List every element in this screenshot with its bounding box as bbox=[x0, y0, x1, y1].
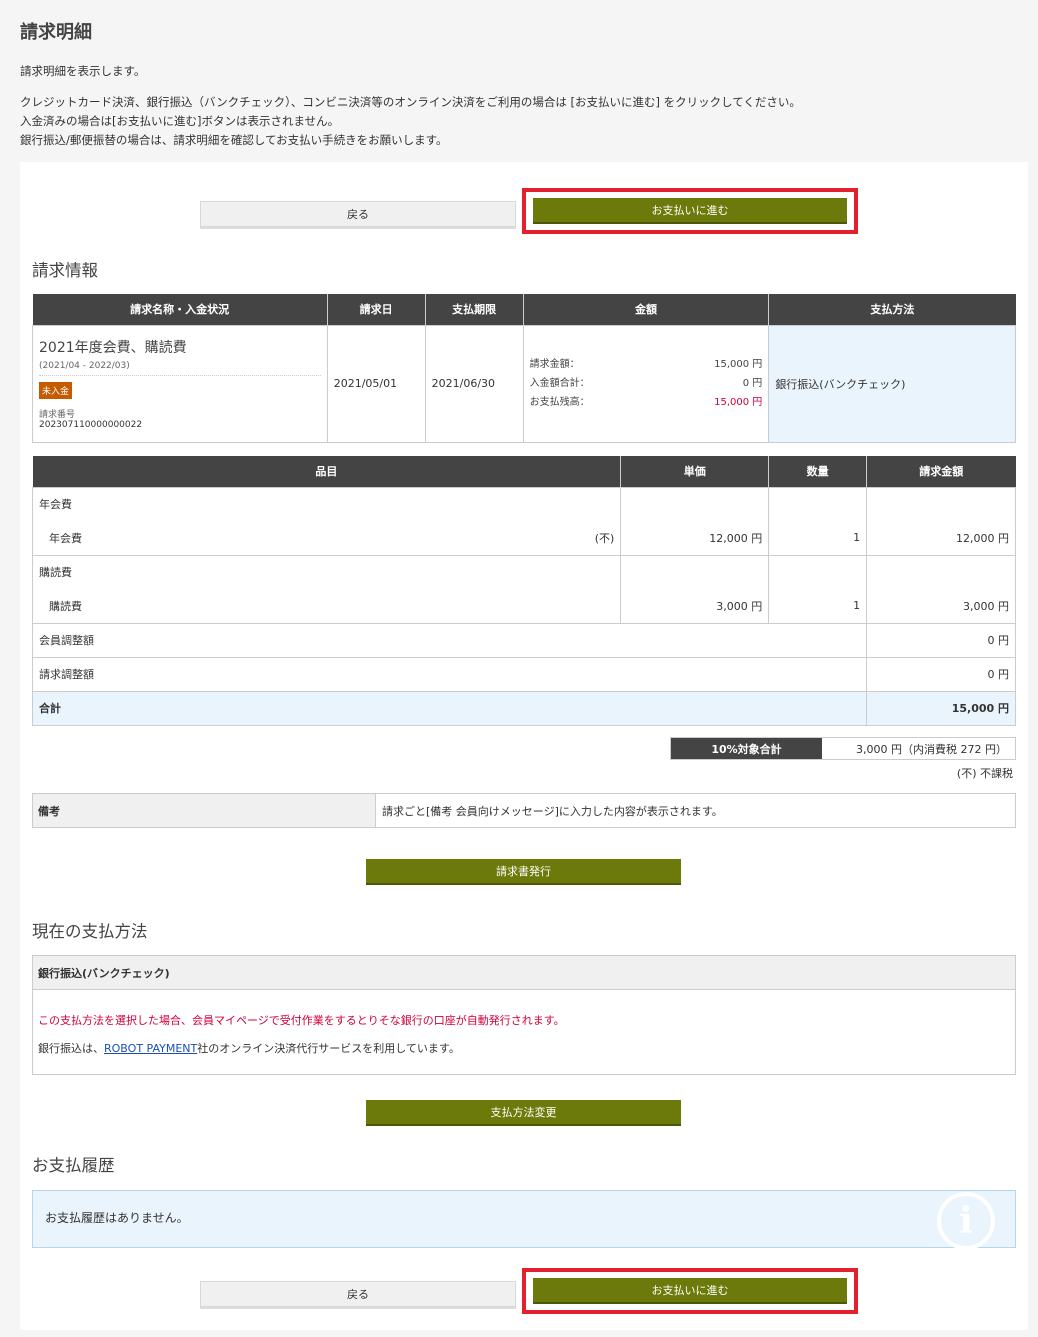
col-header: 請求金額 bbox=[866, 456, 1016, 487]
paid-amount: 0 円 bbox=[742, 378, 763, 389]
item-qty: 1 bbox=[768, 521, 868, 556]
item-qty: 1 bbox=[768, 589, 868, 624]
robot-payment-link[interactable]: ROBOT PAYMENT bbox=[104, 1042, 197, 1055]
invoice-name-cell: 2021年度会費、購読費 (2021/04 - 2022/03) 未入金 請求番… bbox=[32, 324, 328, 443]
table-row: 年会費 (不) 12,000 円 1 12,000 円 bbox=[31, 521, 1016, 556]
item-amount: 3,000 円 bbox=[866, 589, 1016, 624]
member-adjust-amount: 0 円 bbox=[866, 622, 1016, 658]
amount-cell: 請求金額： 15,000 円 入金額合計： 0 円 お支払残高： 15,000 円 bbox=[522, 324, 770, 443]
col-header: 単価 bbox=[620, 456, 769, 487]
current-method-title: 現在の支払方法 bbox=[32, 922, 148, 941]
balance-amount: 15,000 円 bbox=[714, 397, 763, 408]
remark-value: 請求ごと[備考 会員向けメッセージ]に入力した内容が表示されます。 bbox=[382, 804, 723, 818]
col-header: 請求日 bbox=[326, 294, 426, 325]
change-method-button[interactable]: 支払方法変更 bbox=[366, 1100, 681, 1126]
current-method-name: 銀行振込(バンクチェック) bbox=[33, 956, 1015, 990]
note-suffix: 社のオンライン決済代行サービスを利用しています。 bbox=[197, 1042, 460, 1055]
info-icon: i bbox=[937, 1192, 995, 1250]
balance-label: お支払残高： bbox=[529, 397, 590, 408]
table-row: 請求調整額 0 円 bbox=[31, 656, 1016, 692]
invoice-adjust-label: 請求調整額 bbox=[31, 656, 868, 692]
col-header: 品目 bbox=[32, 456, 621, 487]
total-label: 合計 bbox=[31, 690, 868, 726]
table-row: 購読費 3,000 円 1 3,000 円 bbox=[31, 589, 1016, 624]
page-title: 請求明細 bbox=[20, 22, 92, 43]
col-header: 請求名称・入金状況 bbox=[32, 294, 328, 325]
method-note: 銀行振込は、ROBOT PAYMENT社のオンライン決済代行サービスを利用してい… bbox=[38, 1040, 460, 1056]
item-tax-tag: (不) bbox=[594, 531, 615, 545]
back-button[interactable]: 戻る bbox=[200, 1281, 516, 1307]
top-button-row: 戻る お支払いに進む bbox=[20, 188, 1028, 238]
divider bbox=[39, 375, 321, 376]
note-prefix: 銀行振込は、 bbox=[38, 1042, 104, 1055]
invoice-info-title: 請求情報 bbox=[32, 261, 98, 280]
billed-label: 請求金額： bbox=[529, 359, 580, 370]
history-title: お支払履歴 bbox=[32, 1156, 115, 1175]
item-amount: 12,000 円 bbox=[866, 521, 1016, 556]
tax-summary: 10%対象合計 3,000 円（内消費税 272 円） bbox=[670, 737, 1016, 760]
due-date: 2021/06/30 bbox=[424, 324, 524, 443]
intro-text: クレジットカード決済、銀行振込（バンクチェック）、コンビニ決済等のオンライン決済… bbox=[20, 95, 801, 109]
table-row: 購読費 bbox=[31, 554, 1016, 589]
bottom-button-row: 戻る お支払いに進む bbox=[20, 1268, 1028, 1318]
remark-label: 備考 bbox=[33, 794, 376, 827]
remark-row: 備考 請求ごと[備考 会員向けメッセージ]に入力した内容が表示されます。 bbox=[32, 793, 1016, 828]
member-adjust-label: 会員調整額 bbox=[31, 622, 868, 658]
invoice-name: 2021年度会費、購読費 bbox=[39, 340, 187, 356]
current-method-box: 銀行振込(バンクチェック) この支払方法を選択した場合、会員マイページで受付作業… bbox=[32, 955, 1016, 1075]
pay-button-highlight: お支払いに進む bbox=[522, 188, 858, 234]
intro-text: 請求明細を表示します。 bbox=[20, 64, 146, 78]
total-amount: 15,000 円 bbox=[866, 690, 1016, 726]
item-name-cell: 年会費 (不) bbox=[31, 521, 622, 556]
history-empty-message: お支払履歴はありません。 bbox=[45, 1211, 189, 1225]
method-warning: この支払方法を選択した場合、会員マイページで受付作業をするとりそな銀行の口座が自… bbox=[38, 1014, 565, 1027]
item-name: 購読費 bbox=[31, 589, 622, 624]
nontax-note: (不) 不課税 bbox=[956, 767, 1013, 780]
invoice-period: (2021/04 - 2022/03) bbox=[39, 361, 130, 371]
invoice-date: 2021/05/01 bbox=[326, 324, 426, 443]
category-label: 年会費 bbox=[31, 486, 622, 521]
invoice-number-label: 請求番号 bbox=[39, 410, 76, 420]
invoice-number: 202307110000000022 bbox=[39, 420, 143, 430]
pay-button-highlight: お支払いに進む bbox=[522, 1268, 858, 1314]
category-label: 購読費 bbox=[31, 554, 622, 589]
invoice-card: 戻る お支払いに進む 請求情報 請求名称・入金状況 請求日 支払期限 金額 支払… bbox=[20, 162, 1028, 1330]
intro-text: 銀行振込/郵便振替の場合は、請求明細を確認してお支払い手続きをお願いします。 bbox=[20, 133, 448, 147]
invoice-info-table: 請求名称・入金状況 請求日 支払期限 金額 支払方法 2021年度会費、購読費 … bbox=[32, 294, 1016, 443]
item-price: 12,000 円 bbox=[620, 521, 770, 556]
col-header: 金額 bbox=[522, 294, 769, 325]
tax-label: 10%対象合計 bbox=[671, 738, 822, 759]
back-button[interactable]: 戻る bbox=[200, 201, 516, 227]
issue-invoice-button[interactable]: 請求書発行 bbox=[366, 859, 681, 885]
table-row: 年会費 bbox=[31, 486, 1016, 521]
intro-text: 入金済みの場合は[お支払いに進む]ボタンは表示されません。 bbox=[20, 114, 340, 128]
table-row: 会員調整額 0 円 bbox=[31, 622, 1016, 658]
col-header: 数量 bbox=[768, 456, 867, 487]
paid-label: 入金額合計： bbox=[529, 378, 590, 389]
item-name: 年会費 bbox=[49, 531, 82, 545]
history-box: お支払履歴はありません。 i bbox=[32, 1190, 1016, 1250]
items-table: 品目 単価 数量 請求金額 年会費 年会費 (不) 12,000 円 1 12,… bbox=[31, 456, 1016, 726]
tax-value: 3,000 円（内消費税 272 円） bbox=[856, 742, 1007, 756]
billed-amount: 15,000 円 bbox=[714, 359, 763, 370]
pay-button[interactable]: お支払いに進む bbox=[533, 1278, 847, 1304]
item-price: 3,000 円 bbox=[620, 589, 770, 624]
payment-method: 銀行振込(バンクチェック) bbox=[768, 324, 1016, 443]
col-header: 支払方法 bbox=[768, 294, 1016, 325]
status-badge: 未入金 bbox=[39, 382, 73, 399]
pay-button[interactable]: お支払いに進む bbox=[533, 198, 847, 224]
invoice-adjust-amount: 0 円 bbox=[866, 656, 1016, 692]
col-header: 支払期限 bbox=[424, 294, 524, 325]
total-row: 合計 15,000 円 bbox=[31, 690, 1016, 726]
